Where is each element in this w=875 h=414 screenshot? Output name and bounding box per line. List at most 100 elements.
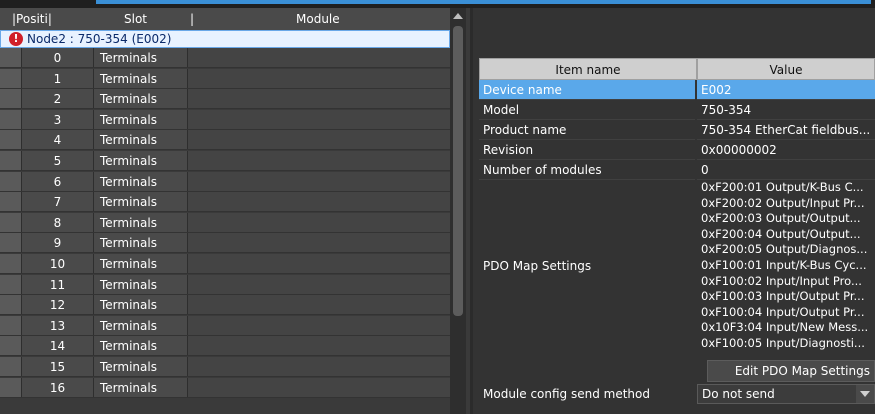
row-module[interactable] bbox=[188, 48, 450, 68]
row-slot: Terminals bbox=[94, 109, 188, 130]
pdo-entry: 0xF200:04 Output/Output... bbox=[701, 226, 861, 241]
row-module[interactable] bbox=[188, 254, 450, 274]
table-row[interactable]: 6 Terminals bbox=[0, 171, 450, 192]
table-row[interactable]: 4 Terminals bbox=[0, 130, 450, 151]
row-module[interactable] bbox=[188, 171, 450, 192]
row-gutter bbox=[0, 357, 22, 377]
row-module[interactable] bbox=[188, 68, 450, 89]
row-slot: Terminals bbox=[94, 151, 188, 171]
row-slot: Terminals bbox=[94, 357, 188, 377]
table-row[interactable]: 7 Terminals bbox=[0, 192, 450, 213]
prop-name: Number of modules bbox=[479, 160, 695, 180]
row-gutter bbox=[0, 212, 22, 233]
row-module[interactable] bbox=[188, 192, 450, 213]
col-header-slot[interactable]: Slot bbox=[124, 12, 147, 26]
col-header-position[interactable]: |Positi| bbox=[12, 12, 52, 26]
row-gutter bbox=[0, 48, 22, 68]
row-position: 12 bbox=[22, 295, 94, 316]
row-slot: Terminals bbox=[94, 336, 188, 357]
row-position: 7 bbox=[22, 192, 94, 213]
prop-row-pdo-map[interactable]: PDO Map Settings 0xF200:01 Output/K-Bus … bbox=[479, 180, 875, 382]
col-header-value: Value bbox=[697, 58, 875, 80]
row-gutter bbox=[0, 233, 22, 254]
row-position: 2 bbox=[22, 89, 94, 110]
table-row[interactable]: 5 Terminals bbox=[0, 151, 450, 171]
row-gutter bbox=[0, 68, 22, 89]
pdo-entry: 0xF100:01 Input/K-Bus Cyc... bbox=[701, 257, 867, 272]
row-module[interactable] bbox=[188, 315, 450, 336]
row-gutter bbox=[0, 171, 22, 192]
row-divider bbox=[0, 396, 450, 398]
row-position: 14 bbox=[22, 336, 94, 357]
scroll-thumb[interactable] bbox=[453, 26, 463, 316]
prop-value: 750-354 EtherCat fieldbus... bbox=[697, 120, 875, 140]
row-gutter bbox=[0, 192, 22, 213]
row-slot: Terminals bbox=[94, 171, 188, 192]
row-position: 9 bbox=[22, 233, 94, 254]
top-accent-line bbox=[96, 0, 871, 4]
pdo-entry: 0x10F3:04 Input/New Mess... bbox=[701, 320, 869, 335]
col-header-item-name: Item name bbox=[479, 58, 697, 80]
row-module[interactable] bbox=[188, 212, 450, 233]
table-row[interactable]: 3 Terminals bbox=[0, 109, 450, 130]
col-header-module[interactable]: Module bbox=[296, 12, 340, 26]
prop-value: 0x00000002 bbox=[697, 140, 875, 160]
row-module[interactable] bbox=[188, 357, 450, 377]
pdo-entry: 0xF200:05 Output/Diagnos... bbox=[701, 242, 868, 257]
row-position: 5 bbox=[22, 151, 94, 171]
prop-name: Device name bbox=[479, 80, 695, 100]
row-position: 16 bbox=[22, 377, 94, 398]
table-row[interactable]: 1 Terminals bbox=[0, 68, 450, 89]
row-slot: Terminals bbox=[94, 254, 188, 274]
row-slot: Terminals bbox=[94, 48, 188, 68]
table-row[interactable]: 2 Terminals bbox=[0, 89, 450, 110]
row-position: 3 bbox=[22, 109, 94, 130]
row-slot: Terminals bbox=[94, 377, 188, 398]
table-row[interactable]: 9 Terminals bbox=[0, 233, 450, 254]
top-bar bbox=[0, 0, 875, 8]
table-row[interactable]: 13 Terminals bbox=[0, 315, 450, 336]
table-row[interactable]: 14 Terminals bbox=[0, 336, 450, 357]
row-slot: Terminals bbox=[94, 295, 188, 316]
row-module[interactable] bbox=[188, 274, 450, 295]
row-module[interactable] bbox=[188, 377, 450, 398]
row-slot: Terminals bbox=[94, 274, 188, 295]
node-row[interactable]: ! Node2 : 750-354 (E002) bbox=[0, 30, 450, 48]
scroll-up-arrow-icon[interactable] bbox=[453, 13, 463, 19]
send-method-select[interactable]: Do not send bbox=[697, 384, 875, 404]
edit-pdo-map-button[interactable]: Edit PDO Map Settings bbox=[707, 360, 875, 382]
properties-panel: Item name Value Device name E002 Model 7… bbox=[473, 8, 875, 414]
row-position: 8 bbox=[22, 212, 94, 233]
row-module[interactable] bbox=[188, 295, 450, 316]
slot-table-header: |Positi| Slot | Module bbox=[0, 8, 450, 31]
table-row[interactable]: 12 Terminals bbox=[0, 295, 450, 316]
row-module[interactable] bbox=[188, 336, 450, 357]
pdo-entry: 0xF100:02 Input/Input Pro... bbox=[701, 273, 862, 288]
table-row[interactable]: 10 Terminals bbox=[0, 254, 450, 274]
row-slot: Terminals bbox=[94, 212, 188, 233]
row-module[interactable] bbox=[188, 151, 450, 171]
table-row[interactable]: 8 Terminals bbox=[0, 212, 450, 233]
row-module[interactable] bbox=[188, 109, 450, 130]
row-module[interactable] bbox=[188, 130, 450, 151]
chevron-down-icon[interactable] bbox=[856, 385, 874, 403]
row-gutter bbox=[0, 151, 22, 171]
table-row[interactable]: 0 Terminals bbox=[0, 48, 450, 68]
table-row[interactable]: 15 Terminals bbox=[0, 357, 450, 377]
row-gutter bbox=[0, 130, 22, 151]
row-module[interactable] bbox=[188, 89, 450, 110]
row-gutter bbox=[0, 295, 22, 316]
row-slot: Terminals bbox=[94, 68, 188, 89]
prop-value: 0 bbox=[697, 160, 875, 180]
pdo-entry: 0xF200:03 Output/Output... bbox=[701, 211, 861, 226]
row-gutter bbox=[0, 89, 22, 110]
vertical-scrollbar[interactable] bbox=[450, 8, 466, 414]
table-row[interactable]: 16 Terminals bbox=[0, 377, 450, 398]
prop-value[interactable]: E002 bbox=[697, 80, 875, 100]
row-module[interactable] bbox=[188, 233, 450, 254]
row-slot: Terminals bbox=[94, 89, 188, 110]
pdo-entry: 0xF100:05 Input/Diagnosti... bbox=[701, 335, 865, 350]
pdo-map-label: PDO Map Settings bbox=[483, 259, 592, 273]
table-row[interactable]: 11 Terminals bbox=[0, 274, 450, 295]
pdo-entry: 0xF200:01 Output/K-Bus C... bbox=[701, 180, 864, 194]
